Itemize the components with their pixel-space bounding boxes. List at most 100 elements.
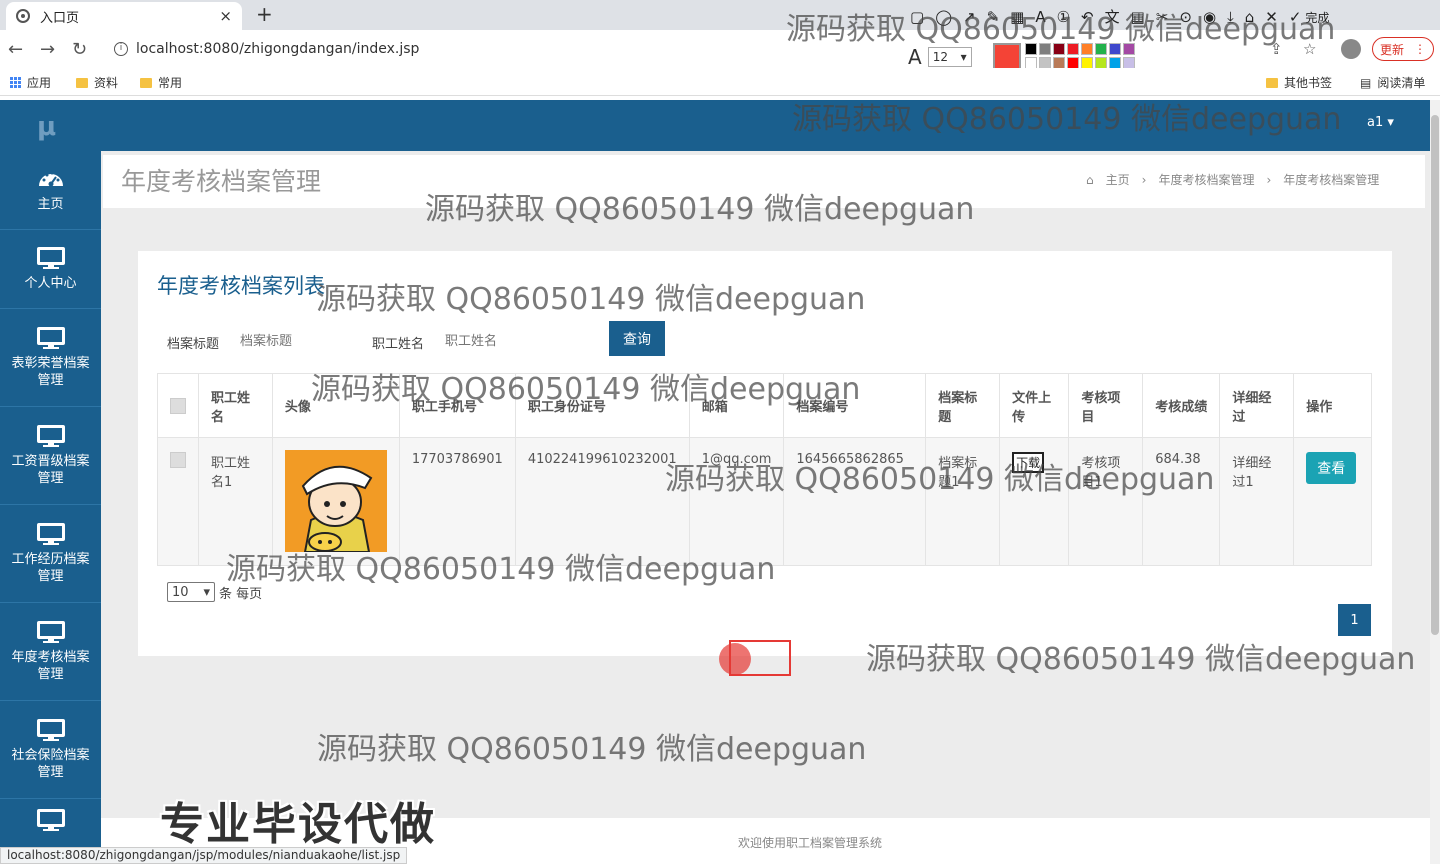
chevron-down-icon: ▾ — [203, 584, 210, 600]
color-swatch[interactable] — [1109, 43, 1121, 55]
user-menu[interactable]: a1 ▾ — [1367, 115, 1394, 130]
color-swatch[interactable] — [1123, 43, 1135, 55]
scissor-icon[interactable]: ✂ — [1156, 8, 1169, 26]
column-header: 详细经过 — [1219, 373, 1295, 438]
chevron-right-icon: › — [1266, 172, 1272, 187]
search-name-input[interactable] — [445, 326, 555, 356]
color-swatch[interactable] — [1081, 43, 1093, 55]
cell-avatar — [271, 437, 400, 566]
app-logo: μ — [37, 112, 57, 142]
bookmark-apps-label: 应用 — [27, 76, 52, 90]
monitor-icon — [36, 718, 65, 741]
star-icon[interactable]: ☆ — [1303, 40, 1316, 58]
monitor-icon — [36, 246, 65, 269]
url-text: localhost:8080/zhigongdangan/index.jsp — [136, 41, 420, 57]
arrow-tool-icon[interactable]: ↗ — [963, 8, 976, 26]
color-swatch[interactable] — [1053, 43, 1065, 55]
share-icon[interactable]: ⇪ — [1270, 40, 1283, 58]
column-header: 操作 — [1293, 373, 1372, 438]
select-all-checkbox[interactable] — [170, 397, 186, 414]
pen-tool-icon[interactable]: ✎ — [987, 8, 1000, 26]
search-button[interactable]: 查询 — [609, 321, 665, 356]
monitor-icon — [36, 522, 65, 545]
sidebar-item-honors[interactable]: 表彰荣誉档案管理 — [0, 309, 101, 407]
breadcrumb-home[interactable]: 主页 — [1106, 171, 1130, 188]
bookmark-folder-2-label: 常用 — [158, 76, 183, 90]
color-swatch[interactable] — [1095, 43, 1107, 55]
back-arrow-icon[interactable]: ← — [8, 39, 23, 60]
page-scrollbar-thumb[interactable] — [1431, 115, 1439, 635]
row-checkbox[interactable] — [170, 452, 186, 468]
mosaic-tool-icon[interactable]: ▦ — [1010, 8, 1024, 26]
column-header: 档案标题 — [925, 373, 1001, 438]
new-tab-button[interactable]: + — [256, 2, 273, 26]
folder-icon — [1266, 77, 1278, 88]
view-button[interactable]: 查看 — [1306, 452, 1357, 484]
color-swatch[interactable] — [1039, 43, 1051, 55]
record-icon[interactable]: ◉ — [1203, 8, 1216, 26]
bookmark-folder-2[interactable]: 常用 — [140, 74, 182, 91]
browser-tab[interactable]: 入口页 × — [6, 2, 242, 30]
sidebar-item-work-history[interactable]: 工作经历档案管理 — [0, 505, 101, 603]
update-button[interactable]: 更新 ⋮ — [1372, 37, 1434, 61]
sidebar-item-salary[interactable]: 工资晋级档案管理 — [0, 407, 101, 505]
bookmark-icon[interactable]: ⌂ — [1245, 8, 1255, 26]
monitor-icon — [36, 326, 65, 349]
row-select-cell — [157, 437, 199, 566]
search-title-label: 档案标题 — [167, 337, 220, 352]
url-field[interactable]: i localhost:8080/zhigongdangan/index.jsp — [104, 35, 984, 63]
site-info-icon[interactable]: i — [114, 42, 128, 56]
text-tool-icon[interactable]: A — [1035, 8, 1045, 26]
ocr-tool-icon[interactable]: ▤ — [1131, 8, 1145, 26]
sidebar-item-label: 社会保险档案管理 — [11, 747, 90, 780]
table-header-row: 职工姓名 头像 职工手机号 职工身份证号 邮箱 档案编号 档案标题 文件上传 考… — [157, 373, 1372, 438]
column-header: 文件上传 — [999, 373, 1070, 438]
color-swatch[interactable] — [1025, 43, 1037, 55]
column-header: 考核项目 — [1068, 373, 1144, 438]
font-size-select[interactable]: 12 ▾ — [927, 47, 972, 67]
bookmark-reading-list[interactable]: ▤ 阅读清单 — [1360, 74, 1425, 91]
current-color-swatch[interactable] — [993, 43, 1021, 71]
sidebar-item-social-insurance[interactable]: 社会保险档案管理 — [0, 701, 101, 799]
chevron-right-icon: › — [1141, 172, 1147, 187]
sidebar-item-profile[interactable]: 个人中心 — [0, 230, 101, 309]
breadcrumb-current: 年度考核档案管理 — [1283, 173, 1380, 187]
pin-icon[interactable]: ⊙ — [1179, 8, 1192, 26]
reload-icon[interactable]: ↻ — [72, 39, 87, 60]
sidebar-item-annual-review[interactable]: 年度考核档案管理 — [0, 603, 101, 701]
chevron-down-icon: ▾ — [960, 50, 967, 64]
page-size-select[interactable]: 10 ▾ — [167, 582, 215, 602]
breadcrumb: ⌂ 主页 › 年度考核档案管理 › 年度考核档案管理 — [1086, 171, 1379, 188]
ellipse-tool-icon[interactable]: ◯ — [935, 8, 952, 26]
search-title-input[interactable] — [240, 326, 350, 356]
cancel-icon[interactable]: ✕ — [1265, 8, 1278, 26]
breadcrumb-module[interactable]: 年度考核档案管理 — [1158, 171, 1254, 188]
color-swatch[interactable] — [1067, 43, 1079, 55]
page-size-suffix: 条 每页 — [219, 586, 263, 602]
sequence-tool-icon[interactable]: ① — [1057, 8, 1070, 26]
page-size-value: 10 — [172, 584, 189, 600]
rectangle-tool-icon[interactable]: ▢ — [910, 8, 924, 26]
sidebar-item-home[interactable]: 主页 — [0, 151, 101, 230]
forward-arrow-icon[interactable]: → — [40, 39, 55, 60]
update-label: 更新 — [1379, 42, 1404, 57]
bookmark-other-label: 其他书签 — [1284, 76, 1333, 90]
download-icon[interactable]: ⤓ — [1227, 8, 1234, 26]
footer-text: 欢迎使用职工档案管理系统 — [738, 836, 883, 850]
download-button[interactable]: 下载 — [1012, 452, 1045, 473]
translate-tool-icon[interactable]: 文 — [1105, 6, 1120, 27]
close-tab-icon[interactable]: × — [219, 7, 232, 25]
sidebar-item-label: 工资晋级档案管理 — [11, 453, 90, 486]
promo-text: 专业毕设代做 — [160, 799, 436, 850]
apps-grid-icon — [10, 77, 21, 88]
undo-icon[interactable]: ↶ — [1081, 8, 1094, 26]
bookmark-apps[interactable]: 应用 — [10, 74, 51, 91]
profile-avatar[interactable] — [1341, 39, 1361, 59]
dashboard-icon — [38, 171, 63, 186]
bookmark-folder-1[interactable]: 资料 — [76, 74, 118, 91]
bookmark-other[interactable]: 其他书签 — [1266, 74, 1332, 91]
confirm-icon[interactable]: ✓ 完成 — [1289, 8, 1330, 26]
pagination-page-1[interactable]: 1 — [1338, 604, 1371, 636]
tab-title: 入口页 — [40, 10, 80, 26]
card-title: 年度考核档案列表 — [157, 274, 325, 298]
